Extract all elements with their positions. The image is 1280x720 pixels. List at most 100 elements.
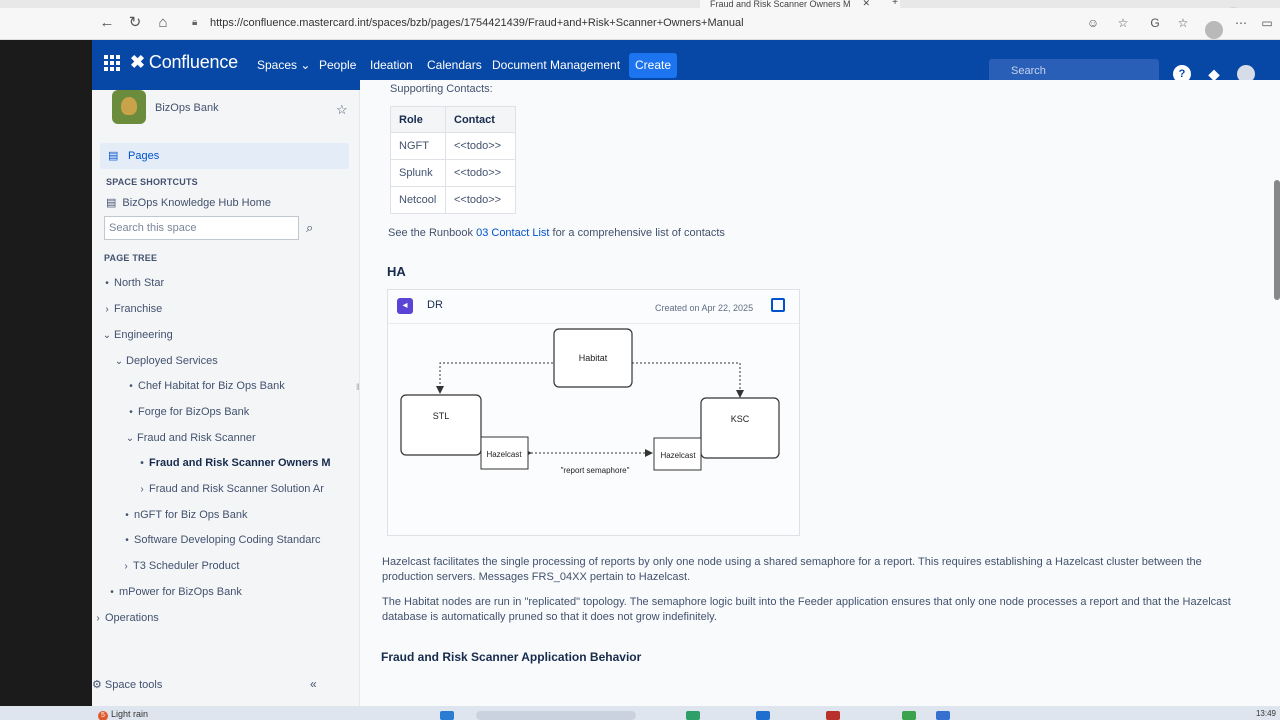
page-tree-heading: PAGE TREE — [104, 253, 158, 263]
tree-item-mpower[interactable]: • mPower for BizOps Bank — [105, 586, 242, 598]
habitat-label: Habitat — [579, 353, 608, 363]
create-button[interactable]: Create — [629, 53, 677, 78]
checkmark-app-icon[interactable] — [902, 711, 916, 720]
refresh-icon[interactable]: ↻ — [124, 12, 146, 34]
tree-item-engineering[interactable]: ⌄ Engineering — [100, 329, 173, 341]
supporting-contacts-label: Supporting Contacts: — [390, 83, 493, 95]
drawio-diagram[interactable]: ◂ DR Created on Apr 22, 2025 Habitat STL… — [387, 289, 800, 536]
confluence-logo[interactable]: ✖ Confluence — [130, 52, 238, 73]
pages-link[interactable]: ▤ Pages — [100, 143, 349, 169]
tree-item-deployed-services[interactable]: ⌄ Deployed Services — [112, 355, 218, 367]
pages-icon: ▤ — [108, 150, 119, 162]
table-row: Splunk <<todo>> — [390, 159, 516, 187]
collapse-sidebar-button[interactable]: « — [310, 677, 317, 691]
home-icon[interactable]: ⌂ — [152, 12, 174, 34]
tree-item-franchise[interactable]: › Franchise — [100, 303, 162, 315]
page-icon: ▤ — [106, 197, 117, 209]
teams-icon[interactable] — [936, 711, 950, 720]
app-icon[interactable] — [826, 711, 840, 720]
hazelcast-right-label: Hazelcast — [660, 451, 696, 460]
start-icon[interactable] — [440, 711, 454, 720]
taskbar-search[interactable] — [476, 711, 636, 720]
table-header-row: Role Contact — [390, 106, 516, 133]
tree-item-forge[interactable]: • Forge for BizOps Bank — [124, 406, 249, 418]
sidebar-toggle-icon[interactable]: ▭ — [1258, 14, 1276, 32]
behavior-heading: Fraud and Risk Scanner Application Behav… — [381, 650, 642, 664]
url-text: https://confluence.mastercard.int/spaces… — [210, 17, 744, 29]
habitat-ksc-connector — [632, 362, 744, 398]
star-space-icon[interactable]: ☆ — [336, 102, 348, 118]
outlook-icon[interactable] — [756, 711, 770, 720]
nav-calendars[interactable]: Calendars — [427, 58, 482, 72]
reading-mode-icon[interactable]: ☺ — [1084, 14, 1102, 32]
ksc-label: KSC — [731, 414, 750, 424]
browser-tab[interactable]: Fraud and Risk Scanner Owners M ✕ + — [700, 0, 900, 8]
diagram-created-date: Created on Apr 22, 2025 — [655, 303, 754, 313]
contact-list-link[interactable]: 03 Contact List — [476, 227, 549, 239]
address-bar: ← ↻ ⌂ 🔒︎ https://confluence.mastercard.i… — [0, 8, 1280, 40]
space-logo[interactable] — [112, 90, 146, 124]
column-header: Contact — [445, 106, 516, 133]
extension-icon[interactable]: G — [1146, 14, 1164, 32]
contacts-table: Role Contact NGFT <<todo>> Splunk <<todo… — [390, 106, 516, 214]
diagram-title: DR — [427, 299, 443, 311]
search-icon[interactable]: ⌕ — [306, 220, 313, 236]
tree-item-coding-standards[interactable]: • Software Developing Coding Standarc — [120, 534, 320, 546]
more-options-icon[interactable]: ⋯ — [1232, 14, 1250, 32]
habitat-stl-connector — [436, 362, 553, 394]
table-cell: Netcool — [390, 186, 446, 214]
diagram-canvas: Habitat STL KSC Hazelcast Hazelcast "rep… — [400, 328, 780, 475]
diagram-header: ◂ DR Created on Apr 22, 2025 — [388, 290, 799, 324]
stl-label: STL — [433, 411, 450, 421]
expand-diagram-icon[interactable] — [771, 298, 785, 312]
favorite-star-icon[interactable]: ☆ — [1114, 14, 1132, 32]
tree-item-operations[interactable]: › Operations — [91, 612, 158, 624]
table-cell: <<todo>> — [445, 159, 516, 187]
tab-strip: Fraud and Risk Scanner Owners M ✕ + — [0, 0, 1280, 8]
space-sidebar: BizOps Bank ☆ ▤ Pages SPACE SHORTCUTS ▤ B… — [92, 90, 360, 720]
column-header: Role — [390, 106, 446, 133]
nav-people[interactable]: People — [319, 58, 356, 72]
table-cell: NGFT — [390, 132, 446, 160]
space-search-input[interactable]: Search this space — [104, 216, 299, 240]
tree-item-fraud-risk-scanner[interactable]: ⌄ Fraud and Risk Scanner — [123, 432, 256, 444]
clock: 13:49 — [1255, 709, 1276, 718]
drawio-icon: ◂ — [397, 298, 413, 314]
favorites-list-icon[interactable]: ☆ — [1174, 14, 1192, 32]
screen-bezel — [0, 0, 92, 720]
ha-heading: HA — [387, 264, 406, 279]
weather-badge: 5 — [98, 711, 108, 720]
weather-widget[interactable]: 5 Light rain — [98, 709, 148, 720]
space-tools-button[interactable]: ⚙ Space tools — [92, 678, 162, 691]
tree-item-north-star[interactable]: • North Star — [100, 277, 164, 289]
lock-icon: 🔒︎ — [192, 17, 198, 28]
tree-item-chef-habitat[interactable]: • Chef Habitat for Biz Ops Bank — [124, 380, 285, 392]
nav-document-management[interactable]: Document Management — [492, 58, 620, 72]
profile-avatar[interactable] — [1205, 21, 1223, 39]
taskbar: 5 Light rain 13:49 — [0, 706, 1280, 720]
nav-ideation[interactable]: Ideation — [370, 58, 413, 72]
table-cell: <<todo>> — [445, 186, 516, 214]
tree-item-t3-scheduler[interactable]: › T3 Scheduler Product — [119, 560, 239, 572]
app-switcher-icon[interactable] — [104, 55, 120, 71]
edge-icon[interactable] — [686, 711, 700, 720]
nav-spaces[interactable]: Spaces ⌄ — [257, 58, 310, 72]
back-arrow-icon[interactable]: ← — [96, 12, 118, 34]
url-field[interactable]: 🔒︎ https://confluence.mastercard.int/spa… — [180, 11, 1080, 35]
hazelcast-description: Hazelcast facilitates the single process… — [382, 556, 1202, 583]
table-cell: <<todo>> — [445, 132, 516, 160]
close-tab-icon[interactable]: ✕ — [862, 0, 870, 8]
tree-item-ngft[interactable]: • nGFT for Biz Ops Bank — [120, 509, 247, 521]
page-content: Supporting Contacts: Role Contact NGFT <… — [360, 80, 1280, 720]
space-name[interactable]: BizOps Bank — [155, 102, 219, 114]
space-shortcuts-heading: SPACE SHORTCUTS — [106, 177, 198, 187]
shortcut-link[interactable]: ▤ BizOps Knowledge Hub Home — [106, 196, 271, 209]
hazelcast-left-label: Hazelcast — [486, 450, 522, 459]
tree-item-solution-architecture[interactable]: › Fraud and Risk Scanner Solution Ar — [135, 483, 324, 495]
page-scrollbar[interactable] — [1274, 180, 1280, 300]
table-cell: Splunk — [390, 159, 446, 187]
habitat-description: The Habitat nodes are run in "replicated… — [382, 596, 1231, 623]
new-tab-icon[interactable]: + — [892, 0, 898, 8]
semaphore-label: "report semaphore" — [561, 466, 630, 475]
tree-item-owners-manual[interactable]: • Fraud and Risk Scanner Owners M — [135, 457, 330, 469]
